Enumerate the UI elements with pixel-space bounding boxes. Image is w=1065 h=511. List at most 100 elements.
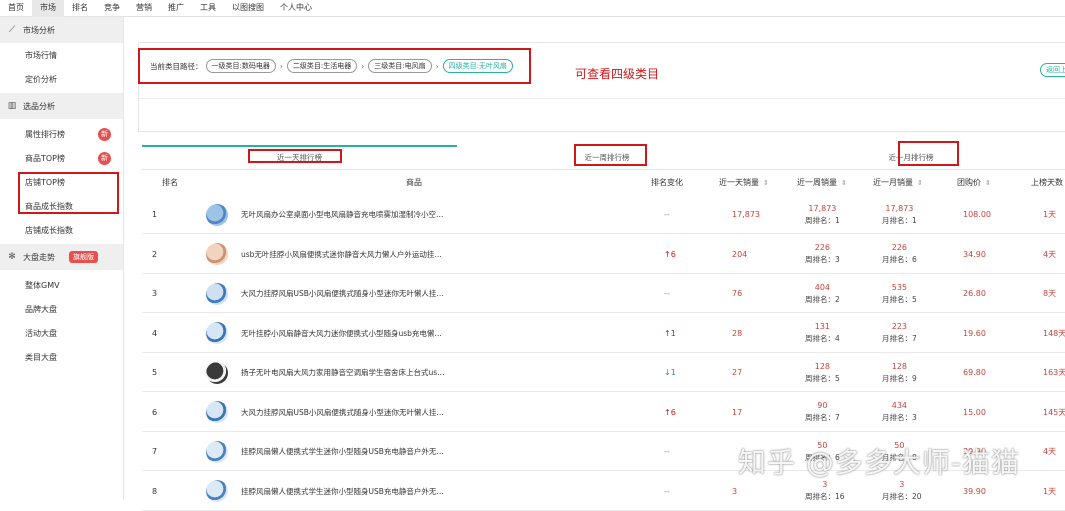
- sidebar-item-attr-rank[interactable]: 属性排行榜 新: [0, 122, 123, 146]
- sidebar: ⟋ 市场分析 市场行情 定价分析 ▥ 选品分析 属性排行榜 新 商品TOP榜 新…: [0, 17, 124, 500]
- month-sales: 223 月排名：7: [882, 314, 917, 353]
- sidebar-section-trend[interactable]: ✻ 大盘走势 旗舰版: [0, 244, 123, 270]
- week-sales-value: 404: [814, 282, 831, 292]
- col-label: 近一周销量: [797, 178, 837, 187]
- week-rank: 周排名：4: [805, 334, 840, 343]
- rank-cell: 2: [152, 249, 158, 259]
- month-sales-value: 17,873: [885, 203, 914, 213]
- week-sales-value: 131: [814, 322, 831, 331]
- listed-days: 148天: [1043, 328, 1065, 338]
- col-product: 商品: [406, 178, 422, 187]
- sidebar-item-store-growth[interactable]: 店铺成长指数: [0, 218, 123, 242]
- week-sales: 226 周排名：3: [805, 235, 840, 274]
- sidebar-item-gmv[interactable]: 整体GMV: [0, 273, 123, 297]
- sidebar-section-market[interactable]: ⟋ 市场分析: [0, 17, 123, 43]
- sidebar-item-pricing[interactable]: 定价分析: [0, 67, 123, 91]
- rank-change: --: [664, 432, 670, 471]
- sidebar-section-select[interactable]: ▥ 选品分析: [0, 93, 123, 119]
- nav-promotion[interactable]: 推广: [160, 0, 192, 17]
- rank-change-value: --: [664, 447, 670, 456]
- col-price[interactable]: 团购价 ⇕: [957, 172, 991, 194]
- month-rank: 月排名：3: [882, 413, 917, 422]
- nav-marketing[interactable]: 营销: [128, 0, 160, 17]
- sidebar-item-market-trend[interactable]: 市场行情: [0, 43, 123, 67]
- listed-days: 4天: [1043, 447, 1057, 456]
- nav-ranking[interactable]: 排名: [64, 0, 96, 17]
- flagship-badge: 旗舰版: [69, 251, 98, 263]
- product-title[interactable]: 挂脖风扇懒人便携式学生迷你小型随身USB充电静音户外无…: [241, 432, 444, 471]
- product-thumbnail[interactable]: [206, 274, 228, 313]
- product-title[interactable]: 无叶挂脖小风扇静音大风力迷你便携式小型随身usb充电懒…: [241, 314, 442, 353]
- nav-tools[interactable]: 工具: [192, 0, 224, 17]
- listed-days: 163天: [1043, 368, 1065, 377]
- table-row[interactable]: 5 扬子无叶电风扇大风力家用静音空调扇学生宿舍床上台式us… ↓ 1 27 128…: [142, 353, 1065, 392]
- product-title[interactable]: 大风力挂脖风扇USB小风扇便携式随身小型迷你无叶懒人挂…: [241, 274, 444, 313]
- back-button[interactable]: 返回上: [1040, 63, 1065, 77]
- annotation-text: 可查看四级类目: [575, 67, 660, 81]
- sidebar-item-activity[interactable]: 活动大盘: [0, 321, 123, 345]
- product-title[interactable]: 无叶风扇办公室桌面小型电风扇静音充电喷雾加湿制冷小空…: [241, 195, 444, 234]
- sidebar-item-label: 整体GMV: [25, 280, 60, 290]
- highlight-box: [138, 48, 531, 84]
- rank-change-value: 6: [670, 407, 676, 417]
- col-month-sales[interactable]: 近一月销量 ⇕: [873, 172, 923, 194]
- product-thumbnail[interactable]: [206, 353, 228, 392]
- product-thumbnail[interactable]: [206, 472, 228, 511]
- product-title[interactable]: 挂脖风扇懒人便携式学生迷你小型随身USB充电静音户外无…: [241, 472, 444, 511]
- product-thumbnail[interactable]: [206, 235, 228, 274]
- divider: [142, 169, 1065, 170]
- col-day-sales[interactable]: 近一天销量 ⇕: [719, 172, 769, 194]
- rank-cell: 7: [152, 447, 158, 456]
- fan-icon: ✻: [8, 252, 16, 262]
- rank-change-value: --: [664, 486, 670, 496]
- rank-cell: 8: [152, 486, 158, 496]
- table-row[interactable]: 3 大风力挂脖风扇USB小风扇便携式随身小型迷你无叶懒人挂… -- 76 404…: [142, 274, 1065, 313]
- nav-profile[interactable]: 个人中心: [272, 0, 320, 17]
- rank-change-value: --: [664, 289, 670, 298]
- watermark: 知乎 @多多大师-猫猫: [738, 446, 1021, 479]
- week-sales: 131 周排名：4: [805, 314, 840, 353]
- day-sales: 204: [732, 249, 748, 259]
- table-row[interactable]: 2 usb无叶挂脖小风扇便携式迷你静音大风力懒人户外运动挂… ↑ 6 204 22…: [142, 235, 1065, 274]
- product-title[interactable]: 大风力挂脖风扇USB小风扇便携式随身小型迷你无叶懒人挂…: [241, 393, 444, 432]
- nav-market[interactable]: 市场: [32, 0, 64, 17]
- product-thumbnail[interactable]: [206, 195, 228, 234]
- sidebar-item-label: 品牌大盘: [25, 304, 57, 314]
- highlight-box: [574, 144, 647, 166]
- day-sales: 76: [732, 289, 743, 298]
- col-label: 近一天销量: [719, 178, 759, 187]
- sidebar-item-goods-top[interactable]: 商品TOP榜 新: [0, 146, 123, 170]
- group-price: 34.90: [963, 249, 986, 259]
- category-path-panel: 当前类目路径： 一级类目:数码电器 › 二级类目:生活电器 › 三级类目:电风扇…: [138, 42, 1065, 132]
- table-row[interactable]: 6 大风力挂脖风扇USB小风扇便携式随身小型迷你无叶懒人挂… ↑ 6 17 90 …: [142, 393, 1065, 432]
- day-sales: 28: [732, 328, 743, 338]
- product-thumbnail[interactable]: [206, 432, 228, 471]
- divider: [139, 98, 1065, 99]
- month-rank: 月排名：9: [882, 373, 917, 383]
- product-title[interactable]: 扬子无叶电风扇大风力家用静音空调扇学生宿舍床上台式us…: [241, 353, 445, 392]
- month-sales: 434 月排名：3: [882, 393, 917, 432]
- nav-competition[interactable]: 竞争: [96, 0, 128, 17]
- week-sales-value: 128: [814, 361, 831, 371]
- rank-change: ↓ 1: [664, 353, 676, 392]
- col-week-sales[interactable]: 近一周销量 ⇕: [797, 172, 847, 194]
- week-sales: 17,873 周排名：1: [805, 195, 840, 234]
- product-thumbnail[interactable]: [206, 393, 228, 432]
- sidebar-item-category[interactable]: 类目大盘: [0, 345, 123, 369]
- arrow-up-icon: ↑: [664, 328, 671, 338]
- nav-image-search[interactable]: 以图搜图: [224, 0, 272, 17]
- product-title[interactable]: usb无叶挂脖小风扇便携式迷你静音大风力懒人户外运动挂…: [241, 235, 442, 274]
- week-rank: 周排名：5: [805, 373, 840, 383]
- sidebar-item-brand[interactable]: 品牌大盘: [0, 297, 123, 321]
- rank-change: --: [664, 195, 670, 234]
- nav-home[interactable]: 首页: [0, 0, 32, 17]
- col-days: 上榜天数: [1031, 178, 1063, 187]
- table-row[interactable]: 1 无叶风扇办公室桌面小型电风扇静音充电喷雾加湿制冷小空… -- 17,873 …: [142, 195, 1065, 234]
- sidebar-item-label: 属性排行榜: [25, 129, 65, 139]
- trend-line-icon: ⟋: [8, 25, 16, 35]
- arrow-up-icon: ↑: [664, 249, 671, 259]
- col-label: 团购价: [957, 178, 981, 187]
- sidebar-item-label: 活动大盘: [25, 328, 57, 338]
- table-row[interactable]: 4 无叶挂脖小风扇静音大风力迷你便携式小型随身usb充电懒… ↑ 1 28 131…: [142, 314, 1065, 353]
- product-thumbnail[interactable]: [206, 314, 228, 353]
